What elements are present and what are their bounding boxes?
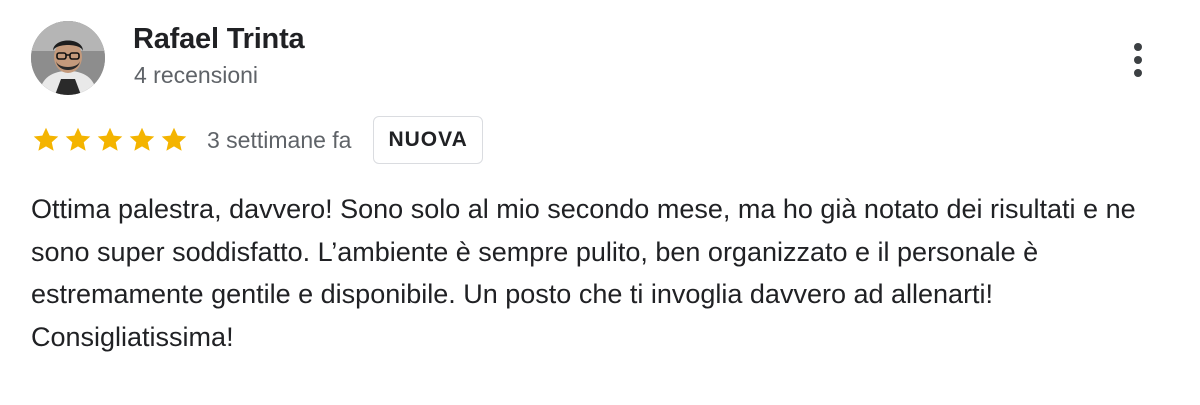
review-text: Ottima palestra, davvero! Sono solo al m… — [31, 194, 1136, 352]
star-icon — [65, 127, 91, 151]
star-icon — [129, 127, 155, 151]
review-card: Rafael Trinta 4 recensioni 3 settimane f… — [0, 0, 1200, 405]
author-avatar[interactable] — [31, 21, 105, 95]
star-icon — [97, 127, 123, 151]
more-vert-icon-dot — [1134, 69, 1142, 77]
more-options-button[interactable] — [1118, 36, 1158, 84]
author-name[interactable]: Rafael Trinta — [133, 23, 305, 56]
star-icon — [33, 127, 59, 151]
author-review-count: 4 recensioni — [134, 62, 259, 88]
new-badge: NUOVA — [373, 116, 483, 164]
rating-row: 3 settimane fa NUOVA — [31, 114, 483, 166]
star-rating — [31, 125, 189, 155]
star-icon — [161, 127, 187, 151]
user-photo-icon — [31, 21, 105, 95]
more-vert-icon — [1134, 43, 1142, 51]
more-vert-icon-dot — [1134, 56, 1142, 64]
review-date: 3 settimane fa — [207, 126, 352, 153]
